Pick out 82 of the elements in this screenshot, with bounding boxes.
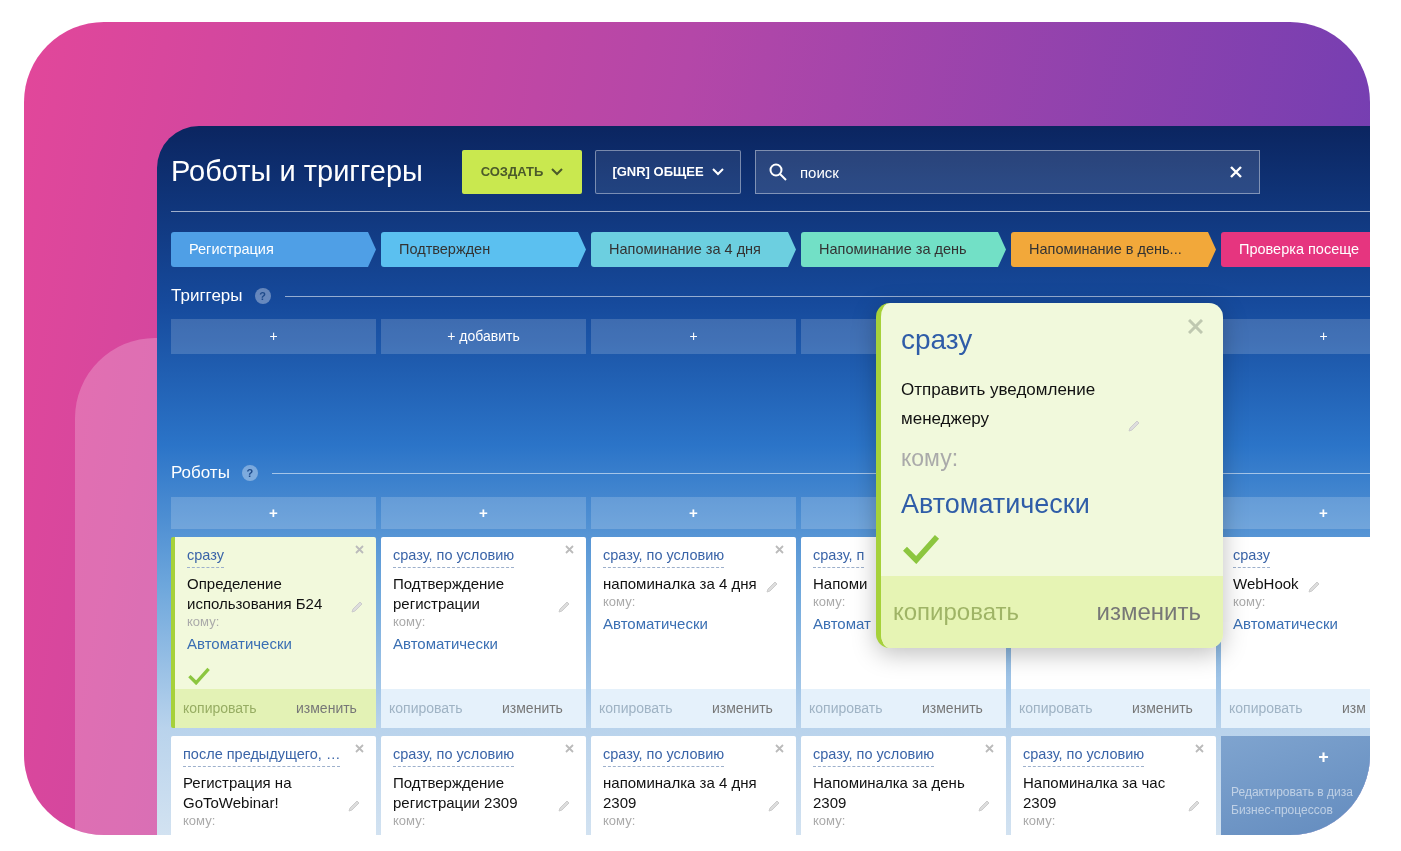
recipient-label: кому: <box>183 812 217 829</box>
recipient-label: кому: <box>393 613 427 630</box>
add-trigger-button[interactable]: + добавить <box>381 319 586 354</box>
condition-link[interactable]: сразу, по условию <box>813 744 935 767</box>
robot-name: Регистрация на GoToWebinar! <box>183 772 293 813</box>
pencil-icon <box>557 599 571 614</box>
edit-link[interactable]: изменить <box>502 698 563 719</box>
stage-tab[interactable]: Регистрация <box>171 232 376 267</box>
add-trigger-button[interactable]: + <box>171 319 376 354</box>
condition-link[interactable]: сразу, по условию <box>393 744 515 767</box>
recipient-label: кому: <box>603 812 637 829</box>
pencil-icon <box>1187 798 1201 813</box>
edit-link[interactable]: изменить <box>922 698 983 719</box>
stage-tab[interactable]: Напоминание за 4 дня <box>591 232 796 267</box>
edit-link[interactable]: изменить <box>296 698 357 719</box>
add-robot-button[interactable]: + <box>1221 497 1370 529</box>
condition-link[interactable]: сразу, по условию <box>393 545 515 568</box>
condition-link[interactable]: сразу, п <box>813 545 865 568</box>
page-title: Роботы и триггеры <box>171 154 424 190</box>
recipient-label: кому: <box>187 613 221 630</box>
recipient-link[interactable]: Автоматически <box>187 632 292 656</box>
pencil-icon <box>347 798 361 813</box>
recipient-link[interactable]: Автоматически <box>603 612 708 636</box>
robot-name: Напоминалка за день 2309 <box>813 772 966 813</box>
section-title: Роботы <box>171 462 230 485</box>
pencil-icon <box>764 579 779 594</box>
robot-name: Определение использования Б24 <box>187 573 324 614</box>
condition-link[interactable]: сразу, по условию <box>603 744 725 767</box>
pencil-icon <box>350 599 364 614</box>
scope-dropdown[interactable]: [GNR] ОБЩЕЕ <box>595 150 741 194</box>
condition-link[interactable]: сразу, по условию <box>1023 744 1145 767</box>
add-trigger-button[interactable]: + <box>1221 319 1370 354</box>
pencil-icon <box>557 798 571 813</box>
recipient-label: кому: <box>901 444 960 473</box>
edit-link[interactable]: изменить <box>712 698 773 719</box>
recipient-link[interactable]: Автоматически <box>393 632 498 656</box>
add-trigger-button[interactable]: + <box>591 319 796 354</box>
robot-name: WebHook <box>1233 573 1299 594</box>
condition-link[interactable]: сразу <box>1233 545 1270 568</box>
robot-name: Отправить уведомление менеджеру <box>901 379 1097 430</box>
stage-tab[interactable]: Подтвержден <box>381 232 586 267</box>
recipient-label: кому: <box>1023 812 1057 829</box>
condition-link[interactable]: сразу, по условию <box>603 545 725 568</box>
robot-name: напоминалка за 4 дня <box>603 573 757 594</box>
check-icon <box>187 665 211 685</box>
stage-tab[interactable]: Напоминание за день <box>801 232 1006 267</box>
edit-link[interactable]: изменить <box>1132 698 1193 719</box>
recipient-link[interactable]: Автомат <box>813 612 871 636</box>
condition-link[interactable]: после предыдущего, … <box>183 744 341 767</box>
pencil-icon <box>1306 579 1321 594</box>
robot-name: Напоми <box>813 573 868 594</box>
chevron-icon <box>551 168 564 176</box>
chevron-icon <box>711 168 724 176</box>
stage-tab[interactable]: Напоминание в день... <box>1011 232 1216 267</box>
pencil-icon <box>1127 419 1141 433</box>
robot-name: Подтверждение регистрации <box>393 573 506 614</box>
check-icon <box>901 532 941 564</box>
edit-link[interactable]: изменить <box>1096 594 1201 630</box>
robot-name: Напоминалка за час 2309 <box>1023 772 1167 813</box>
pencil-icon <box>977 798 991 813</box>
recipient-label: кому: <box>393 812 427 829</box>
robot-name: Подтверждение регистрации 2309 <box>393 772 519 813</box>
help-icon[interactable]: ? <box>241 465 258 481</box>
robot-name: напоминалка за 4 дня 2309 <box>603 772 758 813</box>
stage-tab[interactable]: Проверка посеще <box>1221 232 1370 267</box>
search-icon <box>769 163 787 181</box>
recipient-label: кому: <box>603 593 637 610</box>
add-robot-button[interactable]: + <box>381 497 586 529</box>
recipient-label: кому: <box>813 812 847 829</box>
recipient-link[interactable]: Автоматически <box>1233 612 1338 636</box>
add-robot-button[interactable]: + <box>171 497 376 529</box>
create-button[interactable]: СОЗДАТЬ <box>462 150 582 194</box>
add-robot-button[interactable]: + <box>1231 744 1370 771</box>
recipient-link[interactable]: Автоматически <box>901 488 1090 519</box>
recipient-label: кому: <box>1233 593 1267 610</box>
pencil-icon <box>767 798 781 813</box>
recipient-label: кому: <box>813 593 847 610</box>
add-robot-button[interactable]: + <box>591 497 796 529</box>
condition-link[interactable]: сразу <box>901 319 973 361</box>
section-title: Триггеры <box>171 285 243 308</box>
edit-link[interactable]: изм <box>1342 698 1366 719</box>
condition-link[interactable]: сразу <box>187 545 224 568</box>
